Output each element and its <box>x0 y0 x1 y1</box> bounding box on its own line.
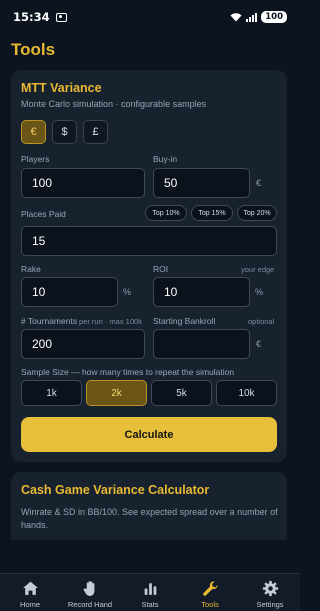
calculate-button[interactable]: Calculate <box>21 417 277 452</box>
preset-top-20-button[interactable]: Top 20% <box>237 205 277 221</box>
signal-icon <box>246 12 258 22</box>
tab-home-label: Home <box>19 600 40 609</box>
mtt-variance-card: MTT Variance Monte Carlo simulation · co… <box>11 70 287 462</box>
buyin-input[interactable]: 50 <box>153 168 250 198</box>
sample-1k-button[interactable]: 1k <box>21 380 82 406</box>
home-icon <box>22 581 38 595</box>
mtt-title: MTT Variance <box>21 81 102 95</box>
tab-stats-label: Stats <box>141 600 159 609</box>
mtt-subtitle: Monte Carlo simulation · configurable sa… <box>21 99 207 109</box>
bankroll-hint: optional <box>248 317 275 326</box>
tournaments-hint: per run · max 100k <box>79 317 142 326</box>
currency-dollar-button[interactable]: $ <box>52 120 77 144</box>
preset-top-15-button[interactable]: Top 15% <box>191 205 233 221</box>
bankroll-label: Starting Bankroll <box>153 316 216 326</box>
rake-input[interactable]: 10 <box>21 277 118 307</box>
currency-selector: € $ £ <box>21 120 108 144</box>
players-input[interactable]: 100 <box>21 168 145 198</box>
screenshot-icon <box>55 12 67 22</box>
rake-unit: % <box>123 287 132 297</box>
buyin-label: Buy-in <box>153 154 178 164</box>
gear-icon <box>262 580 278 597</box>
preset-top-10-button[interactable]: Top 10% <box>145 205 187 221</box>
battery-badge: 100 <box>261 11 287 23</box>
roi-label: ROI <box>153 264 169 274</box>
places-paid-label: Places Paid <box>21 209 66 219</box>
sample-size-hint: — how many times to repeat the simulatio… <box>71 367 235 377</box>
rake-label: Rake <box>21 264 41 274</box>
status-indicators: 100 <box>230 11 287 23</box>
sample-size-label: Sample Size — how many times to repeat t… <box>21 367 234 377</box>
cash-subtitle: Winrate & SD in BB/100. See expected spr… <box>21 507 278 530</box>
tab-settings[interactable]: Settings <box>240 574 300 611</box>
currency-euro-button[interactable]: € <box>21 120 46 144</box>
tournaments-input[interactable]: 200 <box>21 329 145 359</box>
currency-pound-button[interactable]: £ <box>83 120 108 144</box>
wrench-icon <box>202 581 218 596</box>
bottom-tab-bar: Home Record Hand Stats Tools Settings <box>0 573 300 611</box>
roi-hint: your edge <box>241 265 275 274</box>
sample-2k-button[interactable]: 2k <box>86 380 147 406</box>
cash-game-card[interactable]: Cash Game Variance Calculator Winrate & … <box>11 472 287 540</box>
status-time: 15:34 <box>13 10 50 24</box>
tournaments-label: # Tournaments <box>21 316 78 326</box>
sample-5k-button[interactable]: 5k <box>151 380 212 406</box>
tab-tools[interactable]: Tools <box>180 574 240 611</box>
bar-chart-icon <box>144 583 156 595</box>
cash-title: Cash Game Variance Calculator <box>21 483 210 497</box>
tab-record-hand[interactable]: Record Hand <box>60 574 120 611</box>
roi-unit: % <box>255 287 264 297</box>
sample-size-title: Sample Size <box>21 367 69 377</box>
tab-stats[interactable]: Stats <box>120 574 180 611</box>
roi-input[interactable]: 10 <box>153 277 250 307</box>
buyin-unit: € <box>256 178 262 188</box>
tab-settings-label: Settings <box>256 600 284 609</box>
sample-10k-button[interactable]: 10k <box>216 380 277 406</box>
wifi-icon <box>230 12 242 21</box>
tab-tools-label: Tools <box>201 600 219 609</box>
players-label: Players <box>21 154 50 164</box>
status-bar: 15:34 100 <box>0 0 300 34</box>
bankroll-input[interactable] <box>153 329 250 359</box>
page-title: Tools <box>11 40 56 59</box>
tab-record-hand-label: Record Hand <box>67 600 113 609</box>
hand-icon <box>83 580 94 596</box>
bankroll-unit: € <box>256 339 262 349</box>
tab-home[interactable]: Home <box>0 574 60 611</box>
places-paid-input[interactable]: 15 <box>21 226 277 256</box>
